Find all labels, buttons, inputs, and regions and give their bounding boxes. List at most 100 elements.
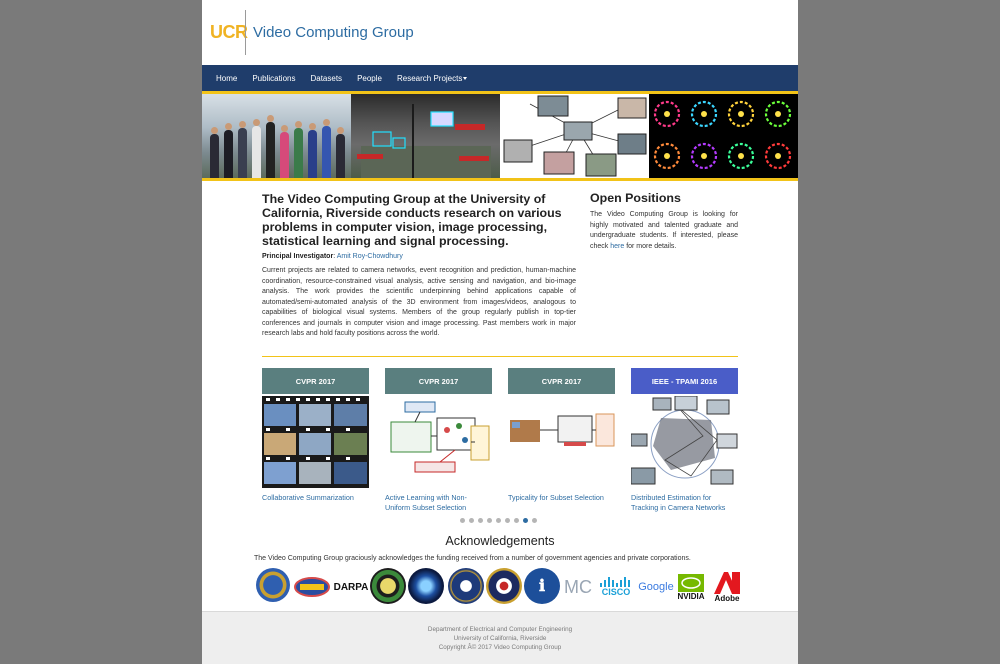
- person-head: [267, 115, 274, 122]
- adobe-logo[interactable]: Adobe: [710, 568, 744, 606]
- carousel-dot[interactable]: [460, 518, 465, 523]
- footer-university: University of California, Riverside: [453, 635, 547, 643]
- card-venue: CVPR 2017: [262, 368, 369, 394]
- person-head: [295, 121, 302, 128]
- navy-seal-logo[interactable]: [448, 568, 484, 604]
- open-positions-body: The Video Computing Group is looking for…: [590, 210, 738, 252]
- nvidia-label: NVIDIA: [677, 591, 705, 601]
- banner-graph-diagram: [500, 94, 649, 178]
- caret-down-icon: [463, 76, 468, 80]
- main-nav: Home Publications Datasets People Resear…: [202, 65, 798, 91]
- card-title-link[interactable]: Active Learning with Non-Uniform Subset …: [385, 493, 492, 513]
- carousel-dot-active[interactable]: [523, 518, 528, 523]
- publication-card[interactable]: CVPR 2017 Active Learning with Non-Unifo…: [385, 368, 492, 513]
- section-divider: [262, 356, 738, 357]
- person-figure: [238, 128, 247, 178]
- onr-logo[interactable]: [294, 568, 330, 606]
- site-title[interactable]: Video Computing Group: [253, 24, 414, 41]
- google-label: Google: [638, 581, 674, 593]
- person-figure: [308, 130, 317, 178]
- principal-investigator-line: Principal Investigator: Amit Roy-Chowdhu…: [262, 253, 403, 260]
- nav-research-projects-label: Research Projects: [396, 73, 463, 83]
- adobe-label: Adobe: [714, 593, 740, 603]
- google-logo[interactable]: Google: [636, 568, 676, 606]
- pi-name-link[interactable]: Amit Roy-Chowdhury: [337, 253, 403, 260]
- carousel-dot[interactable]: [487, 518, 492, 523]
- nav-home[interactable]: Home: [216, 74, 237, 83]
- footer-department: Department of Electrical and Computer En…: [427, 626, 573, 633]
- nsf-logo[interactable]: [256, 568, 290, 602]
- ucr-logo[interactable]: UCR: [210, 22, 248, 43]
- card-venue: CVPR 2017: [385, 368, 492, 394]
- publication-card[interactable]: CVPR 2017 Collaborative Summarization: [262, 368, 369, 503]
- footer-copyright: Copyright Â© 2017 Video Computing Group: [438, 644, 562, 652]
- tracking-overlay: [357, 104, 491, 178]
- intro-title: The Video Computing Group at the Univers…: [262, 192, 562, 248]
- nasa-seal-logo[interactable]: [408, 568, 444, 604]
- card-venue: IEEE - TPAMI 2016: [631, 368, 738, 394]
- publication-card[interactable]: CVPR 2017 Typicality for Subset Selectio…: [508, 368, 615, 503]
- filmstrip-thumbnails: [262, 396, 369, 488]
- carousel-dot[interactable]: [469, 518, 474, 523]
- person-head: [211, 127, 218, 134]
- acknowledgements-text: The Video Computing Group graciously ack…: [254, 555, 691, 562]
- person-head: [281, 125, 288, 132]
- acknowledgements-title: Acknowledgements: [445, 534, 555, 548]
- open-positions-section: Open Positions The Video Computing Group…: [590, 191, 738, 259]
- iarpa-glyph: ℹ: [538, 578, 546, 595]
- pi-label: Principal Investigator: [262, 253, 334, 260]
- card-title-link[interactable]: Typicality for Subset Selection: [508, 493, 615, 503]
- nav-research-projects-dropdown[interactable]: Research Projects: [396, 73, 468, 83]
- carousel-dot[interactable]: [532, 518, 537, 523]
- banner-tracking-scene: [351, 94, 500, 178]
- card-image-diagram: [385, 396, 492, 488]
- publication-card[interactable]: IEEE - TPAMI 2016 Distributed Estimation…: [631, 368, 738, 513]
- card-image-filmstrip: [262, 396, 369, 488]
- person-head: [309, 123, 316, 130]
- darpa-label: DARPA: [333, 581, 369, 593]
- person-figure: [210, 134, 219, 178]
- iarpa-logo[interactable]: ℹ: [524, 568, 560, 604]
- nav-publications[interactable]: Publications: [252, 74, 295, 83]
- dod-seal-logo[interactable]: [486, 568, 522, 604]
- darpa-logo[interactable]: DARPA: [333, 568, 369, 606]
- card-title-link[interactable]: Distributed Estimation for Tracking in C…: [631, 493, 738, 513]
- person-figure: [224, 130, 233, 178]
- flow-diagram: [390, 401, 490, 473]
- mc-label: MC: [564, 576, 592, 597]
- cisco-logo[interactable]: CISCO: [596, 568, 636, 606]
- graph-diagram: [503, 95, 647, 177]
- person-figure: [280, 132, 289, 178]
- card-image-camera-network: [631, 396, 738, 488]
- person-figure: [322, 126, 331, 178]
- card-venue: CVPR 2017: [508, 368, 615, 394]
- nvidia-logo[interactable]: NVIDIA: [674, 568, 708, 606]
- person-head: [253, 119, 260, 126]
- carousel-dot[interactable]: [514, 518, 519, 523]
- person-head: [337, 127, 344, 134]
- banner-group-photo: [202, 94, 351, 178]
- carousel-dot[interactable]: [478, 518, 483, 523]
- nav-datasets[interactable]: Datasets: [310, 74, 342, 83]
- nvidia-eye-icon: [678, 573, 704, 592]
- carousel-dot[interactable]: [496, 518, 501, 523]
- person-figure: [336, 134, 345, 178]
- nav-people[interactable]: People: [357, 74, 382, 83]
- site-header: UCR Video Computing Group: [202, 0, 798, 65]
- open-positions-link[interactable]: here: [610, 243, 624, 250]
- carousel-dot[interactable]: [505, 518, 510, 523]
- person-figure: [294, 128, 303, 178]
- carousel-dots: [460, 518, 537, 523]
- adobe-a-icon: [714, 571, 740, 594]
- open-positions-title: Open Positions: [590, 191, 681, 205]
- green-seal-logo[interactable]: [370, 568, 406, 604]
- sponsor-logos: DARPA ℹ MC CISCO Google NVIDIA Adobe: [254, 568, 754, 608]
- cisco-bars-icon: [600, 577, 630, 587]
- person-figure: [252, 126, 261, 178]
- card-title-link[interactable]: Collaborative Summarization: [262, 493, 369, 503]
- header-divider: [245, 10, 246, 55]
- model-diagram: [510, 413, 615, 447]
- mc-logo[interactable]: MC: [562, 568, 594, 606]
- cell-grid: [653, 100, 792, 170]
- cisco-label: CISCO: [601, 587, 631, 597]
